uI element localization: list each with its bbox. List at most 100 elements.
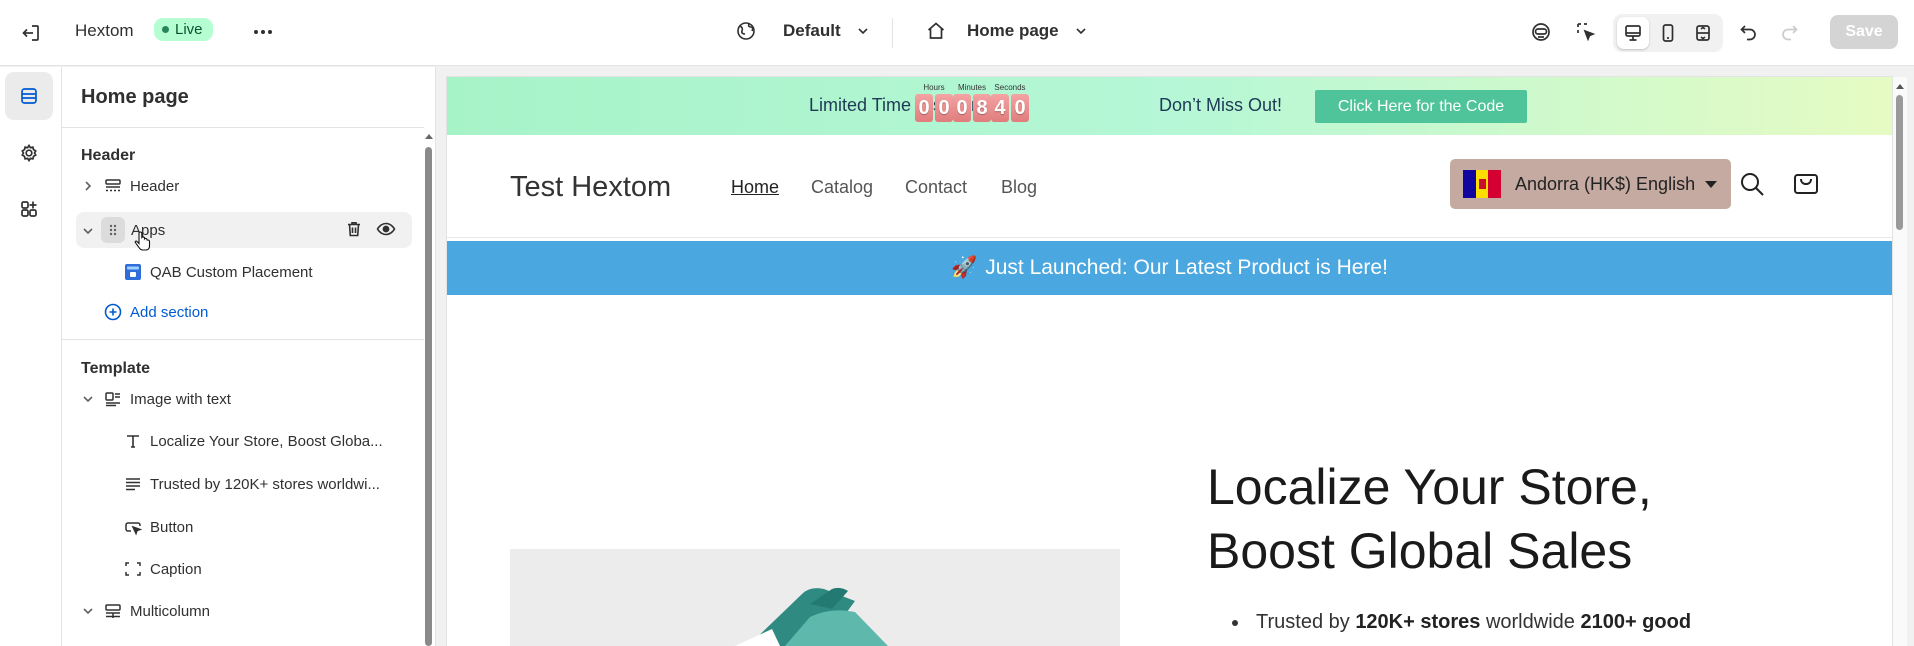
header-group-title: Header xyxy=(81,147,136,164)
chevron-right-icon xyxy=(85,181,92,191)
exit-button[interactable] xyxy=(20,22,42,44)
more-actions-button[interactable] xyxy=(252,21,274,43)
chevron-down-icon xyxy=(858,28,868,35)
mobile-icon xyxy=(1662,24,1674,42)
block-label: QAB Custom Placement xyxy=(150,263,313,281)
scroll-up-arrow-icon xyxy=(425,134,433,139)
save-button[interactable]: Save xyxy=(1830,15,1898,49)
quick-announcement-bar: Limited Time Discount Hours 0 0 Minutes … xyxy=(447,77,1892,135)
countdown-digit: 0 xyxy=(953,94,971,122)
search-icon xyxy=(1741,173,1764,196)
countdown-hours: Hours 0 0 xyxy=(915,83,953,122)
promo-code-button[interactable]: Click Here for the Code xyxy=(1315,90,1527,123)
paragraph-icon xyxy=(126,478,140,491)
store-name: Hextom xyxy=(75,21,134,40)
app-block-icon xyxy=(125,264,141,280)
gear-icon xyxy=(21,143,37,163)
sections-panel: Home page Header Header Apps QAB Custom … xyxy=(62,67,436,646)
block-label: Button xyxy=(150,518,194,536)
expand-vertical-icon xyxy=(1696,25,1710,41)
bullet-text: worldwide xyxy=(1485,611,1575,633)
block-text[interactable]: Trusted by 120K+ stores worldwi... xyxy=(124,475,380,493)
divider xyxy=(892,18,893,48)
trash-icon xyxy=(348,222,360,237)
preview-scrollbar-thumb[interactable] xyxy=(1896,95,1903,230)
countdown-label: Seconds xyxy=(994,83,1026,92)
countdown-digit: 8 xyxy=(973,94,991,122)
search-button[interactable] xyxy=(1738,170,1766,203)
plus-circle-icon xyxy=(104,303,122,321)
countdown-label: Hours xyxy=(923,83,945,92)
undo-button[interactable] xyxy=(1738,21,1760,43)
add-section-button[interactable]: Add section xyxy=(104,303,208,321)
delete-section-button[interactable] xyxy=(344,219,364,239)
nav-link-blog[interactable]: Blog xyxy=(1001,177,1037,198)
apps-grid-icon xyxy=(21,201,37,217)
bullet-dot-icon xyxy=(1232,619,1238,626)
section-image-with-text[interactable]: Image with text xyxy=(80,390,231,408)
section-apps[interactable]: Apps xyxy=(80,222,165,239)
pointer-cursor-icon xyxy=(134,231,152,258)
section-header[interactable]: Header xyxy=(80,177,179,195)
inspector-button[interactable] xyxy=(1575,21,1597,43)
cart-button[interactable] xyxy=(1792,168,1820,201)
promo-right-text: Don’t Miss Out! xyxy=(1159,95,1283,115)
header-layout-icon xyxy=(105,179,121,192)
bullet-bold-text: 120K+ stores xyxy=(1355,611,1481,633)
page-selector[interactable]: Home page xyxy=(925,20,1089,42)
template-group-title: Template xyxy=(81,360,151,377)
block-button[interactable]: Button xyxy=(124,518,193,536)
live-dot-icon xyxy=(162,26,169,33)
panel-scrollbar-thumb[interactable] xyxy=(425,147,432,646)
desktop-icon xyxy=(1625,25,1641,41)
sidekick-face-icon xyxy=(1532,23,1550,41)
country-language-selector[interactable]: Andorra (HK$) English xyxy=(1450,159,1731,209)
block-qab-custom-placement[interactable]: QAB Custom Placement xyxy=(124,263,313,281)
nav-link-contact[interactable]: Contact xyxy=(905,177,967,198)
toggle-visibility-button[interactable] xyxy=(376,219,396,239)
announcement-bar[interactable]: 🚀 Just Launched: Our Latest Product is H… xyxy=(447,241,1892,295)
editor-topbar: Hextom Live Default Home page Save xyxy=(0,0,1914,66)
fullscreen-view-button[interactable] xyxy=(1687,17,1719,49)
storefront-preview: Limited Time Discount Hours 0 0 Minutes … xyxy=(447,77,1892,646)
section-label: Image with text xyxy=(130,390,231,408)
section-multicolumn[interactable]: Multicolumn xyxy=(80,602,210,620)
rocket-icon: 🚀 xyxy=(951,256,978,279)
exit-icon xyxy=(22,25,39,41)
nav-link-home[interactable]: Home xyxy=(731,177,779,198)
caret-down-icon xyxy=(1705,180,1718,188)
sections-nav-button[interactable] xyxy=(5,72,53,120)
block-caption[interactable]: Caption xyxy=(124,560,202,578)
image-text-icon xyxy=(105,392,120,407)
bullet-bold-text: 2100+ good xyxy=(1580,611,1692,633)
undo-icon xyxy=(1740,25,1756,41)
chevron-down-icon xyxy=(83,396,93,403)
text-icon xyxy=(127,435,139,448)
countdown-minutes: Minutes 0 8 xyxy=(953,83,991,122)
store-header: Test Hextom Home Catalog Contact Blog An… xyxy=(447,135,1892,238)
sidekick-button[interactable] xyxy=(1530,21,1552,43)
nav-link-catalog[interactable]: Catalog xyxy=(811,177,873,198)
scroll-up-arrow-icon xyxy=(1896,84,1904,89)
mobile-view-button[interactable] xyxy=(1652,17,1684,49)
apps-nav-button[interactable] xyxy=(5,185,53,233)
announcement-text: Just Launched: Our Latest Product is Her… xyxy=(985,256,1388,279)
editor-rail xyxy=(0,67,62,646)
redo-button[interactable] xyxy=(1778,21,1800,43)
multicolumn-icon xyxy=(105,604,121,618)
button-cursor-icon xyxy=(125,522,142,536)
theme-selector[interactable]: Default xyxy=(735,20,871,42)
store-logo-text[interactable]: Test Hextom xyxy=(510,171,671,204)
globe-icon xyxy=(737,22,755,40)
page-label: Home page xyxy=(967,21,1059,40)
block-heading[interactable]: Localize Your Store, Boost Globa... xyxy=(124,432,383,450)
countdown-digit: 0 xyxy=(935,94,953,122)
chevron-down-icon xyxy=(1076,28,1086,35)
cart-bag-icon xyxy=(1794,174,1818,194)
redo-icon xyxy=(1782,25,1798,41)
desktop-view-button[interactable] xyxy=(1617,17,1649,49)
bullet-text: Trusted by xyxy=(1256,611,1350,633)
countdown-digit: 0 xyxy=(915,94,933,122)
theme-settings-nav-button[interactable] xyxy=(5,129,53,177)
hero-image xyxy=(510,549,1120,646)
